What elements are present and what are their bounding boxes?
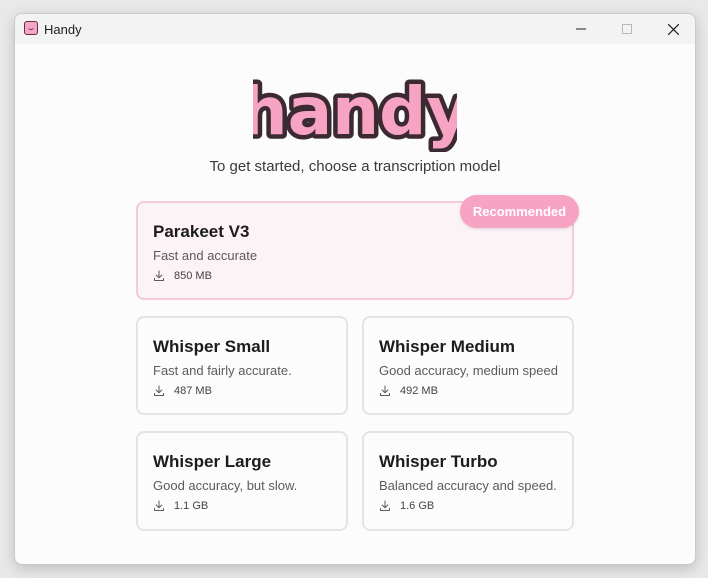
model-size: 487 MB (153, 385, 212, 397)
model-name: Whisper Large (153, 452, 272, 471)
model-size: 1.6 GB (379, 500, 434, 512)
model-size-text: 492 MB (400, 385, 438, 397)
model-name: Whisper Medium (379, 337, 516, 356)
model-size: 850 MB (153, 270, 212, 282)
app-window: Handy handy handy To get started, choose… (14, 13, 696, 565)
download-icon (154, 500, 164, 511)
download-icon (380, 500, 390, 511)
model-card-whisper-small[interactable]: Whisper Small Fast and fairly accurate. … (136, 316, 348, 415)
download-icon (154, 270, 164, 281)
model-size-text: 1.1 GB (174, 500, 209, 512)
maximize-icon (622, 24, 632, 34)
subtitle: To get started, choose a transcription m… (209, 158, 501, 175)
model-name: Parakeet V3 (153, 222, 250, 241)
model-size: 1.1 GB (153, 500, 208, 512)
close-button[interactable] (650, 14, 695, 44)
app-icon (24, 21, 38, 35)
maximize-button[interactable] (604, 14, 650, 44)
model-size-text: 487 MB (174, 385, 212, 397)
model-card-whisper-medium[interactable]: Whisper Medium Good accuracy, medium spe… (362, 316, 574, 415)
download-icon (380, 385, 390, 396)
model-description: Fast and accurate (153, 248, 258, 263)
model-size-text: 1.6 GB (400, 500, 435, 512)
model-description: Good accuracy, but slow. (153, 478, 298, 493)
handy-logo: handy handy (253, 72, 457, 152)
title-bar[interactable]: Handy (15, 14, 695, 44)
model-size-text: 850 MB (174, 270, 212, 282)
model-card-whisper-turbo[interactable]: Whisper Turbo Balanced accuracy and spee… (362, 431, 574, 531)
model-name: Whisper Turbo (379, 452, 498, 471)
model-description: Good accuracy, medium speed (379, 363, 558, 378)
model-size: 492 MB (379, 385, 438, 397)
close-icon (667, 23, 679, 35)
download-icon (154, 385, 164, 396)
window-title: Handy (44, 22, 82, 37)
logo-fill: handy (253, 73, 457, 150)
recommended-badge: Recommended (460, 195, 579, 228)
model-card-whisper-large[interactable]: Whisper Large Good accuracy, but slow. 1… (136, 431, 348, 531)
model-description: Balanced accuracy and speed. (379, 478, 557, 493)
minimize-icon (576, 28, 586, 30)
model-name: Whisper Small (153, 337, 271, 356)
model-description: Fast and fairly accurate. (153, 363, 292, 378)
minimize-button[interactable] (558, 14, 604, 44)
